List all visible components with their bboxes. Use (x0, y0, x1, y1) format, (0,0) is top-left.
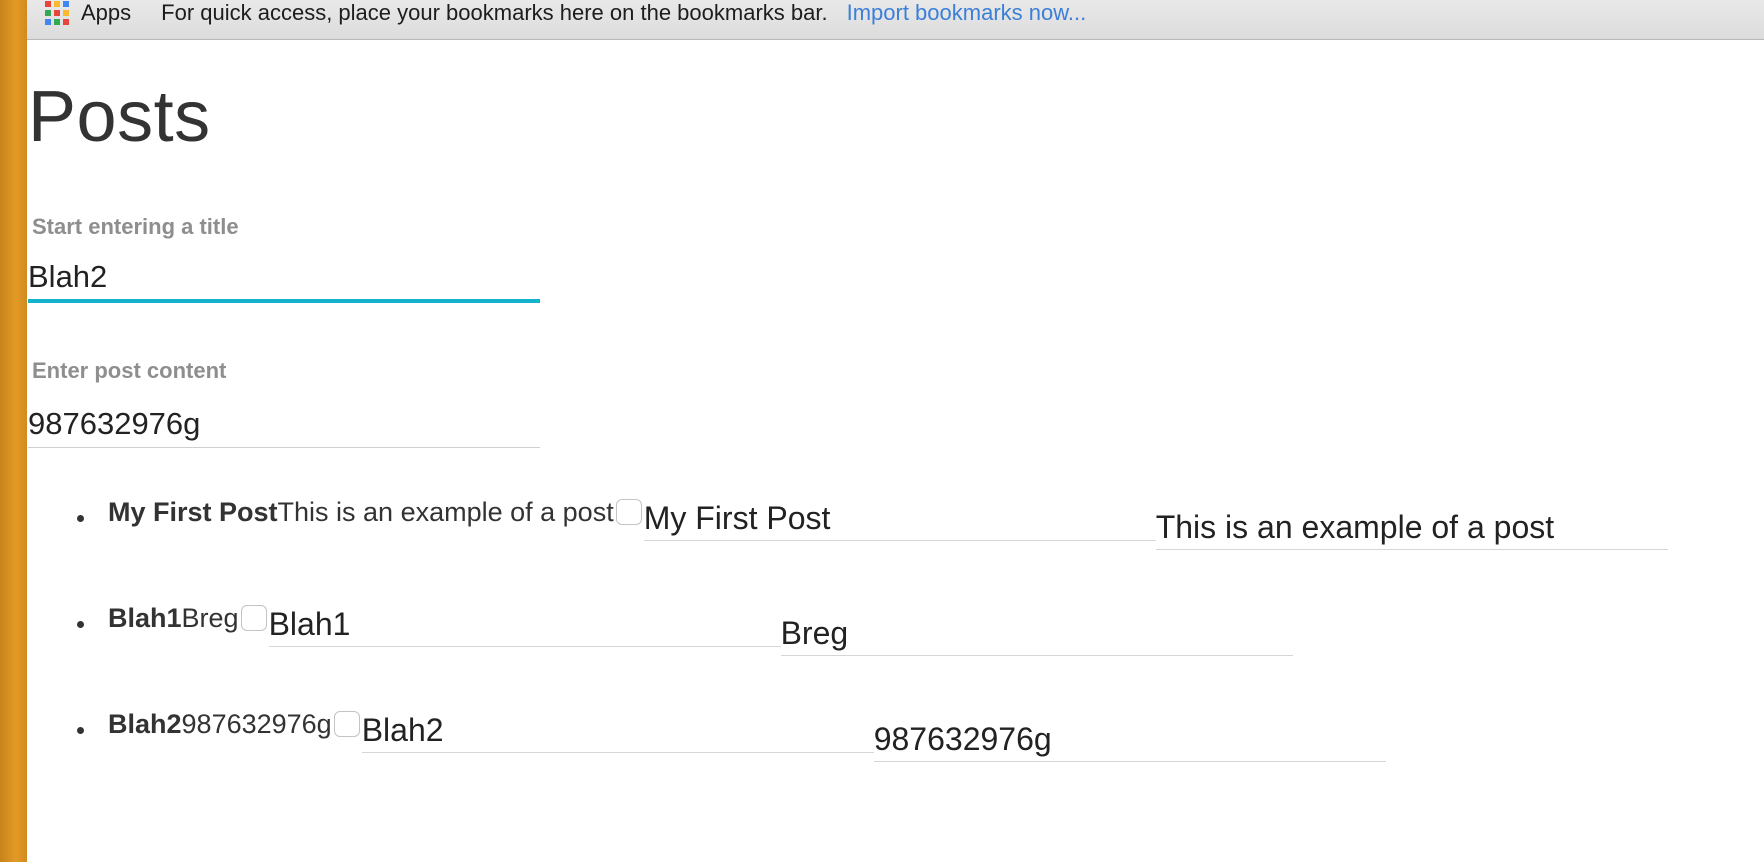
title-input[interactable] (28, 255, 540, 303)
apps-dot (45, 9, 51, 16)
content-input[interactable] (28, 400, 540, 448)
apps-dot (54, 0, 60, 7)
apps-grid-icon[interactable] (45, 0, 69, 25)
apps-dot (54, 9, 60, 16)
window-edge-strip (0, 0, 27, 862)
post-row: Blah1 Breg (108, 603, 1293, 656)
apps-dot (63, 0, 69, 7)
list-bullet (77, 515, 84, 522)
post-title: Blah1 (108, 603, 182, 633)
import-bookmarks-link[interactable]: Import bookmarks now... (847, 0, 1087, 26)
post-content: This is an example of a post (277, 497, 614, 527)
post-edit-title-input[interactable] (361, 709, 874, 753)
post-edit-title-input[interactable] (643, 497, 1156, 541)
post-edit-content-input[interactable] (780, 612, 1293, 656)
list-bullet (77, 727, 84, 734)
post-done-checkbox[interactable] (333, 711, 360, 737)
post-edit-content-input[interactable] (1155, 506, 1668, 550)
apps-dot (45, 18, 51, 25)
apps-dot (54, 18, 60, 25)
post-edit-title-input[interactable] (268, 603, 781, 647)
title-field-label: Start entering a title (32, 214, 239, 239)
bookmarks-hint: For quick access, place your bookmarks h… (161, 0, 828, 25)
post-content: Breg (181, 603, 239, 633)
page-title: Posts (28, 77, 211, 157)
content-field-label: Enter post content (32, 358, 227, 383)
post-done-checkbox[interactable] (240, 605, 267, 631)
apps-shortcut[interactable]: Apps (81, 0, 131, 26)
post-title: Blah2 (108, 709, 182, 739)
apps-dot (63, 18, 69, 25)
apps-dot (45, 0, 51, 7)
post-content: 987632976g (181, 709, 332, 739)
apps-dot (63, 9, 69, 16)
post-row: My First Post This is an example of a po… (108, 497, 1668, 550)
post-title: My First Post (108, 497, 278, 527)
post-done-checkbox[interactable] (615, 499, 642, 525)
bookmarks-bar: Apps For quick access, place your bookma… (27, 0, 1764, 40)
post-row: Blah2 987632976g (108, 709, 1386, 762)
list-bullet (77, 621, 84, 628)
post-edit-content-input[interactable] (873, 718, 1386, 762)
